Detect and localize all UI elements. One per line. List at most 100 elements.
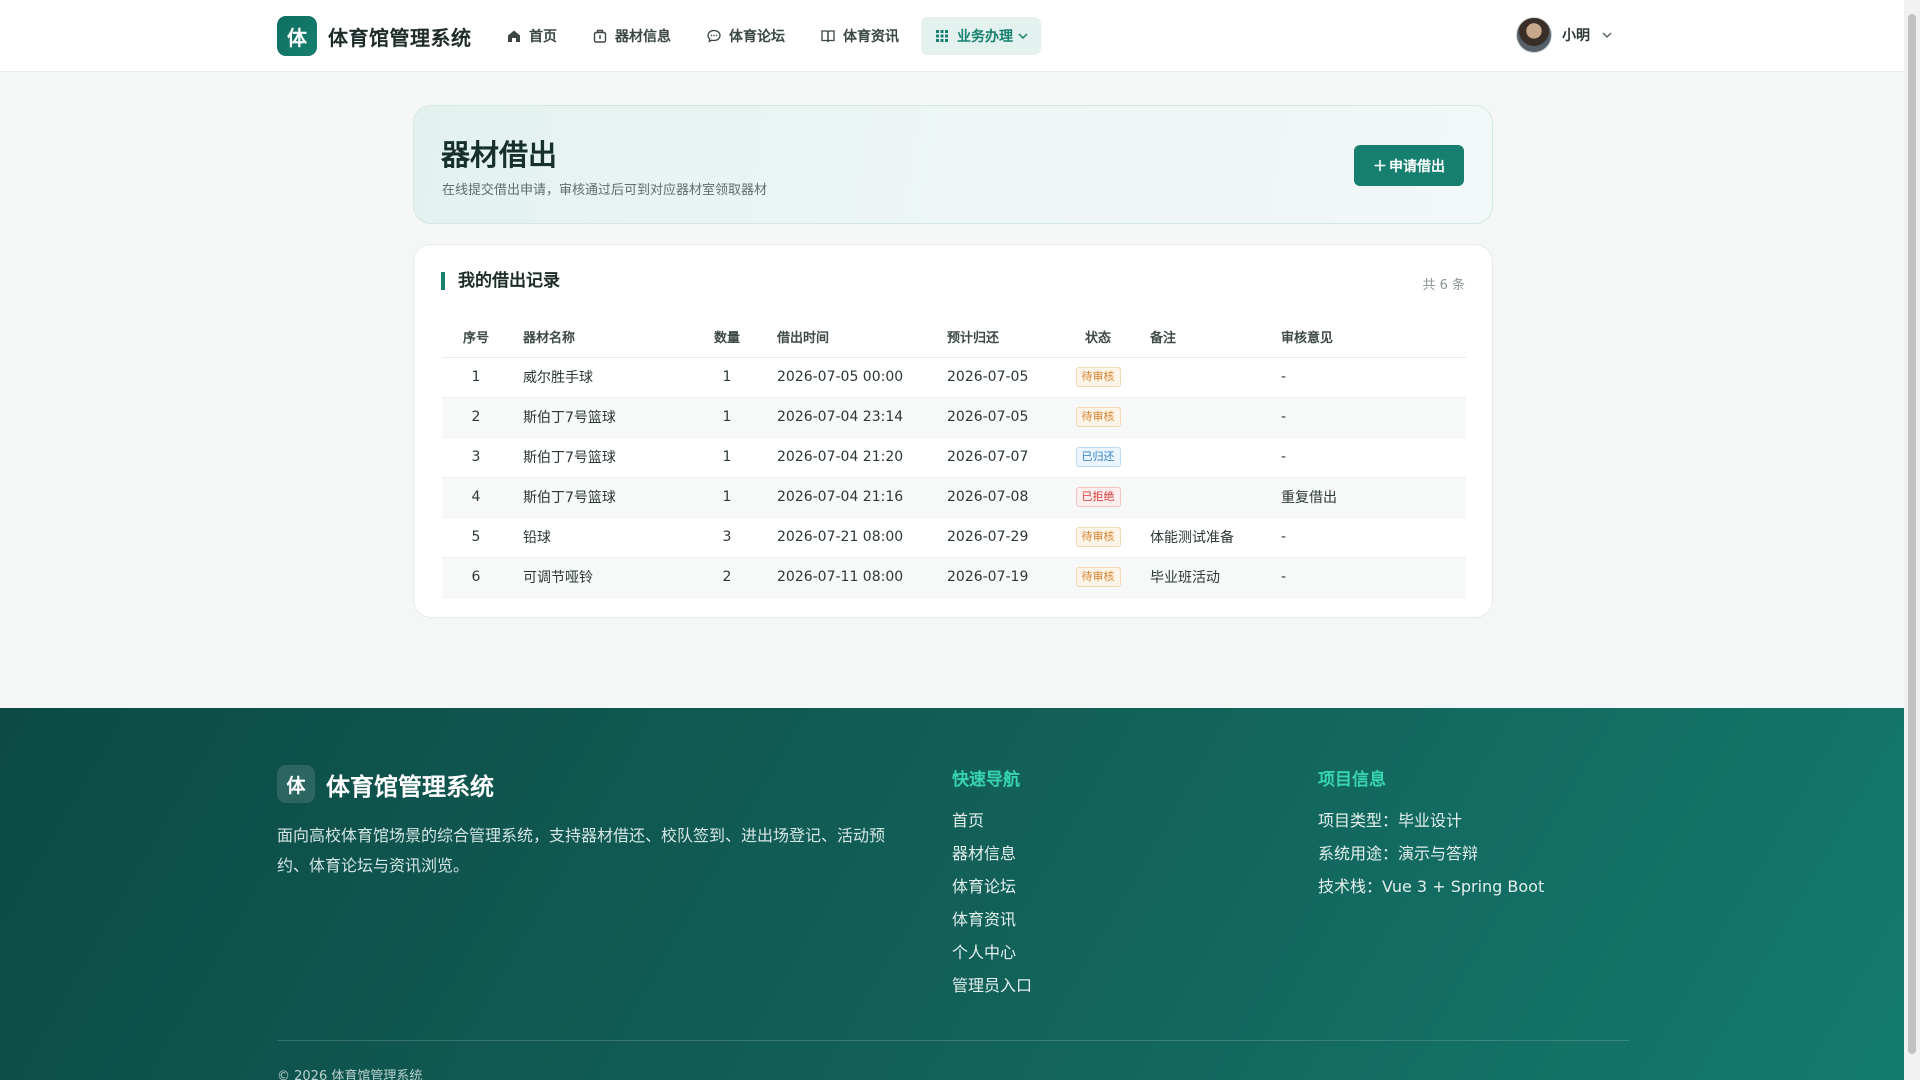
footer-description: 面向高校体育馆场景的综合管理系统，支持器材借还、校队签到、进出场登记、活动预约、… [277,826,886,875]
cell-review: - [1281,357,1466,398]
apply-borrow-label: 申请借出 [1389,158,1445,175]
avatar [1516,17,1552,53]
table-row: 3 斯伯丁7号篮球 1 2026-07-04 21:20 2026-07-07 已归还 - [442,437,1466,478]
nav-item-forum[interactable]: 体育论坛 [693,17,797,55]
grid-icon [933,27,951,45]
footer-link-profile[interactable]: 个人中心 [952,936,1032,969]
status-badge: 已归还 [1075,447,1121,467]
footer-logo: 体 体育馆管理系统 [277,765,494,803]
cell-quantity: 1 [694,357,760,398]
cell-note: 毕业班活动 [1136,557,1281,598]
cell-status: 待审核 [1060,517,1136,558]
project-info-title: 项目信息 [1318,770,1386,790]
table-header-row: 序号 器材名称 数量 借出时间 预计归还 状态 备注 审核意见 [442,317,1466,358]
user-name: 小明 [1562,28,1590,44]
table-row: 6 可调节哑铃 2 2026-07-11 08:00 2026-07-19 待审核 毕业班活… [442,557,1466,598]
cell-index: 1 [442,357,510,398]
cell-index: 4 [442,477,510,518]
cell-review: - [1281,397,1466,438]
cell-equipment-name: 斯伯丁7号篮球 [510,397,694,438]
nav-label-equipment: 器材信息 [615,29,671,45]
records-body: 1 威尔胜手球 1 2026-07-05 00:00 2026-07-05 待审核 -2 斯伯… [442,357,1466,598]
cell-equipment-name: 斯伯丁7号篮球 [510,437,694,478]
app-logo[interactable]: 体 体育馆管理系统 [277,16,472,56]
cell-due-date: 2026-07-05 [930,397,1060,438]
scrollbar-thumb[interactable] [1908,14,1916,1054]
site-footer: 体 体育馆管理系统 面向高校体育馆场景的综合管理系统，支持器材借还、校队签到、进… [0,708,1904,1080]
cell-due-date: 2026-07-05 [930,357,1060,398]
borrow-records-card: 我的借出记录 共 6 条 序号 器材名称 数量 借出时间 预计归还 状态 备注 … [413,244,1493,618]
page-scrollbar[interactable] [1904,0,1920,1080]
cell-due-date: 2026-07-07 [930,437,1060,478]
nav-item-equipment[interactable]: 器材信息 [579,17,683,55]
cell-note [1136,437,1281,478]
status-badge: 已拒绝 [1075,487,1121,507]
cell-note [1136,477,1281,518]
footer-logo-mark: 体 [277,765,315,803]
cell-status: 已归还 [1060,437,1136,478]
cell-due-date: 2026-07-19 [930,557,1060,598]
cell-review: - [1281,517,1466,558]
footer-link-admin[interactable]: 管理员入口 [952,969,1032,1002]
col-header-review: 审核意见 [1281,317,1466,358]
nav-label-home: 首页 [529,29,557,45]
records-title: 我的借出记录 [441,272,560,290]
cell-quantity: 1 [694,437,760,478]
records-table: 序号 器材名称 数量 借出时间 预计归还 状态 备注 审核意见 1 威尔胜手球 1 2… [442,317,1466,598]
nav-label-news: 体育资讯 [843,29,899,45]
quick-nav-title: 快速导航 [952,770,1020,790]
app-title: 体育馆管理系统 [328,25,472,50]
nav-item-home[interactable]: 首页 [493,17,569,55]
nav-label-business: 业务办理 [957,29,1013,45]
cell-borrow-time: 2026-07-04 21:20 [760,437,930,478]
cell-quantity: 2 [694,557,760,598]
footer-title: 体育馆管理系统 [326,772,494,801]
cell-borrow-time: 2026-07-21 08:00 [760,517,930,558]
apply-borrow-button[interactable]: ＋ 申请借出 [1354,145,1464,186]
cell-status: 待审核 [1060,397,1136,438]
cell-equipment-name: 可调节哑铃 [510,557,694,598]
project-type: 项目类型：毕业设计 [1318,811,1463,830]
footer-link-equipment[interactable]: 器材信息 [952,837,1032,870]
status-badge: 待审核 [1075,567,1121,587]
cell-index: 5 [442,517,510,558]
cell-quantity: 3 [694,517,760,558]
logo-mark: 体 [277,16,317,56]
col-header-name: 器材名称 [510,317,694,358]
cell-note [1136,397,1281,438]
footer-project-info: 项目信息 项目类型：毕业设计 系统用途：演示与答辩 技术栈：Vue 3 + Sp… [1318,765,1544,903]
page-subtitle: 在线提交借出申请，审核通过后可到对应器材室领取器材 [442,183,768,198]
cell-equipment-name: 铅球 [510,517,694,558]
cell-status: 已拒绝 [1060,477,1136,518]
col-header-index: 序号 [442,317,510,358]
cell-quantity: 1 [694,397,760,438]
col-header-status: 状态 [1060,317,1136,358]
footer-link-news[interactable]: 体育资讯 [952,903,1032,936]
cell-equipment-name: 斯伯丁7号篮球 [510,477,694,518]
user-menu[interactable]: 小明 [1516,17,1614,53]
footer-link-home[interactable]: 首页 [952,804,1032,837]
cell-note [1136,357,1281,398]
book-icon [819,27,837,45]
nav-item-business[interactable]: 业务办理 [921,17,1041,55]
cell-borrow-time: 2026-07-04 21:16 [760,477,930,518]
cell-review: 重复借出 [1281,477,1466,518]
cell-quantity: 1 [694,477,760,518]
footer-link-forum[interactable]: 体育论坛 [952,870,1032,903]
status-badge: 待审核 [1075,367,1121,387]
footer-quick-nav: 快速导航 首页 器材信息 体育论坛 体育资讯 个人中心 管理员入口 [952,765,1032,1002]
cell-status: 待审核 [1060,357,1136,398]
col-header-note: 备注 [1136,317,1281,358]
equipment-icon [591,27,609,45]
footer-divider [277,1040,1629,1041]
status-badge: 待审核 [1075,407,1121,427]
cell-review: - [1281,557,1466,598]
records-count: 共 6 条 [1422,278,1465,293]
table-row: 2 斯伯丁7号篮球 1 2026-07-04 23:14 2026-07-05 待审核 - [442,397,1466,438]
main-nav: 首页 器材信息 体育论坛 体育资讯 业务办理 [493,17,1051,55]
cell-note: 体能测试准备 [1136,517,1281,558]
nav-item-news[interactable]: 体育资讯 [807,17,911,55]
cell-status: 待审核 [1060,557,1136,598]
cell-borrow-time: 2026-07-05 00:00 [760,357,930,398]
plus-icon: ＋ [1373,158,1387,175]
